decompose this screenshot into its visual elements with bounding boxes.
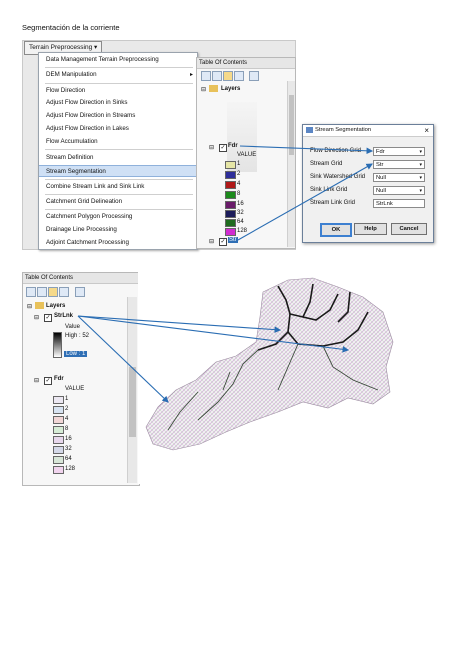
arrow-str-to-dialog [237, 163, 373, 241]
arrow-fdr-to-dialog [239, 145, 374, 155]
arrow-strlnk-to-map-2 [77, 315, 350, 353]
arrow-strlnk-to-map-3 [77, 315, 169, 403]
arrow-strlnk-to-map-1 [77, 315, 282, 333]
annotation-arrows [77, 145, 374, 403]
